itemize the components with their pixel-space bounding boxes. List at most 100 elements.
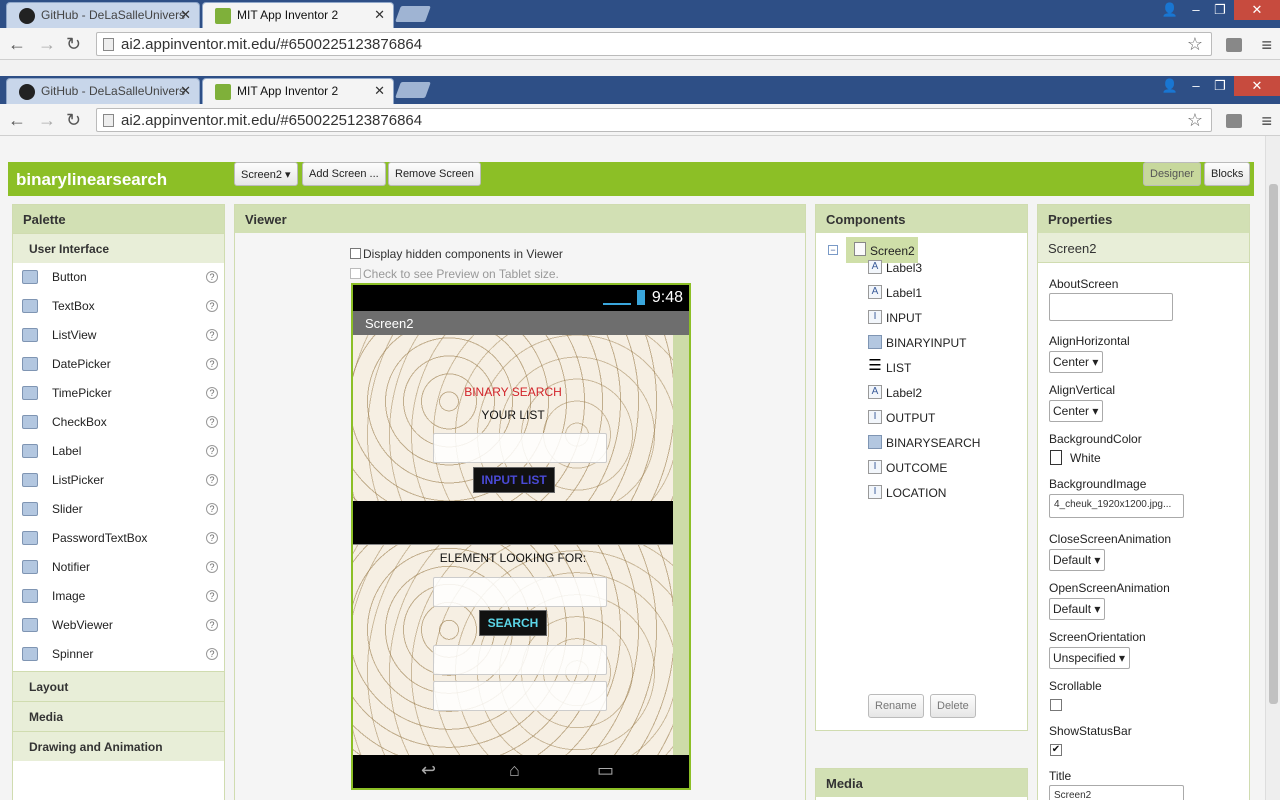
help-icon[interactable]: ? bbox=[206, 358, 218, 370]
close-window-icon[interactable]: ✕ bbox=[1234, 76, 1280, 96]
palette-item-timepicker[interactable]: TimePicker? bbox=[13, 379, 224, 408]
screen-selector[interactable]: Screen2 ▾ bbox=[234, 162, 298, 186]
category-layout[interactable]: Layout bbox=[13, 671, 224, 701]
help-icon[interactable]: ? bbox=[206, 271, 218, 283]
new-tab-button[interactable] bbox=[395, 6, 431, 22]
tab-appinventor[interactable]: MIT App Inventor 2 ✕ bbox=[202, 78, 394, 104]
scrollbar-thumb[interactable] bbox=[1269, 184, 1278, 704]
aboutscreen-textarea[interactable] bbox=[1049, 293, 1173, 321]
close-window-icon[interactable]: ✕ bbox=[1234, 0, 1280, 20]
help-icon[interactable]: ? bbox=[206, 329, 218, 341]
category-user-interface[interactable]: User Interface bbox=[13, 233, 224, 263]
palette-item-label[interactable]: Label? bbox=[13, 437, 224, 466]
tab-github[interactable]: GitHub - DeLaSalleUnivers ✕ bbox=[6, 78, 200, 104]
bookmark-star-icon[interactable]: ☆ bbox=[1187, 110, 1203, 131]
help-icon[interactable]: ? bbox=[206, 387, 218, 399]
openscreenanimation-select[interactable]: Default ▾ bbox=[1049, 598, 1106, 620]
show-hidden-checkbox[interactable]: Display hidden components in Viewer bbox=[350, 247, 563, 261]
tree-node-outcome[interactable]: I OUTCOME bbox=[868, 460, 947, 475]
browser-menu-icon[interactable]: ≡ bbox=[1261, 111, 1272, 132]
palette-item-notifier[interactable]: Notifier? bbox=[13, 553, 224, 582]
minimize-icon[interactable]: – bbox=[1184, 76, 1208, 96]
palette-item-listpicker[interactable]: ListPicker? bbox=[13, 466, 224, 495]
input-textbox[interactable] bbox=[433, 433, 607, 463]
palette-item-button[interactable]: Button? bbox=[13, 263, 224, 292]
help-icon[interactable]: ? bbox=[206, 445, 218, 457]
output-textbox[interactable] bbox=[433, 577, 607, 607]
palette-item-spinner[interactable]: Spinner? bbox=[13, 640, 224, 669]
palette-item-webviewer[interactable]: WebViewer? bbox=[13, 611, 224, 640]
category-drawing-animation[interactable]: Drawing and Animation bbox=[13, 731, 224, 761]
reload-icon[interactable]: ↻ bbox=[66, 110, 81, 131]
showstatusbar-checkbox[interactable]: ✔ bbox=[1050, 744, 1062, 756]
tree-node-output[interactable]: I OUTPUT bbox=[868, 410, 935, 425]
help-icon[interactable]: ? bbox=[206, 590, 218, 602]
collapse-icon[interactable]: − bbox=[828, 245, 838, 255]
scrollable-checkbox[interactable] bbox=[1050, 699, 1062, 711]
palette-item-listview[interactable]: ListView? bbox=[13, 321, 224, 350]
help-icon[interactable]: ? bbox=[206, 648, 218, 660]
label3[interactable]: BINARY SEARCH bbox=[353, 385, 673, 399]
tree-node-location[interactable]: I LOCATION bbox=[868, 485, 946, 500]
title-field[interactable]: Screen2 bbox=[1049, 785, 1184, 800]
minimize-icon[interactable]: – bbox=[1184, 0, 1208, 20]
closescreenanimation-select[interactable]: Default ▾ bbox=[1049, 549, 1106, 571]
tree-node-label1[interactable]: A Label1 bbox=[868, 285, 922, 300]
palette-item-textbox[interactable]: TextBox? bbox=[13, 292, 224, 321]
help-icon[interactable]: ? bbox=[206, 619, 218, 631]
label2[interactable]: ELEMENT LOOKING FOR: bbox=[353, 551, 673, 565]
add-screen-button[interactable]: Add Screen ... bbox=[302, 162, 386, 186]
tab-appinventor-back[interactable]: MIT App Inventor 2 ✕ bbox=[202, 2, 394, 28]
page-scrollbar[interactable] bbox=[1265, 136, 1280, 800]
url-field[interactable]: ai2.appinventor.mit.edu/#650022512387686… bbox=[96, 32, 1212, 56]
palette-item-image[interactable]: Image? bbox=[13, 582, 224, 611]
help-icon[interactable]: ? bbox=[206, 503, 218, 515]
tree-node-list[interactable]: ☰ LIST bbox=[868, 358, 911, 375]
list-view[interactable] bbox=[353, 501, 673, 545]
tab-github-back[interactable]: GitHub - DeLaSalleUnivers ✕ bbox=[6, 2, 200, 28]
back-arrow-icon[interactable]: ← bbox=[8, 110, 26, 131]
tree-node-binaryinput[interactable]: BINARYINPUT bbox=[868, 335, 966, 350]
backgroundimage-field[interactable]: 4_cheuk_1920x1200.jpg... bbox=[1049, 494, 1184, 518]
tablet-preview-checkbox[interactable]: Check to see Preview on Tablet size. bbox=[350, 267, 559, 281]
close-tab-icon[interactable]: ✕ bbox=[374, 7, 385, 23]
designer-button[interactable]: Designer bbox=[1143, 162, 1202, 186]
new-tab-button[interactable] bbox=[395, 82, 431, 98]
maximize-icon[interactable]: ❐ bbox=[1208, 0, 1232, 20]
alignvertical-select[interactable]: Center ▾ bbox=[1049, 400, 1104, 422]
forward-arrow-icon[interactable]: → bbox=[38, 110, 56, 131]
blocks-button[interactable]: Blocks bbox=[1204, 162, 1251, 186]
binaryinput-button[interactable]: INPUT LIST bbox=[473, 467, 555, 493]
help-icon[interactable]: ? bbox=[206, 300, 218, 312]
reload-icon[interactable]: ↻ bbox=[66, 34, 81, 55]
remove-screen-button[interactable]: Remove Screen bbox=[388, 162, 481, 186]
forward-arrow-icon[interactable]: → bbox=[38, 34, 56, 55]
tree-node-label3[interactable]: A Label3 bbox=[868, 260, 922, 275]
extension-icon[interactable] bbox=[1226, 114, 1242, 128]
close-tab-icon[interactable]: ✕ bbox=[180, 7, 191, 23]
tree-node-label2[interactable]: A Label2 bbox=[868, 385, 922, 400]
category-media[interactable]: Media bbox=[13, 701, 224, 731]
tree-node-binarysearch[interactable]: BINARYSEARCH bbox=[868, 435, 980, 450]
tree-node-input[interactable]: I INPUT bbox=[868, 310, 922, 325]
extension-icon[interactable] bbox=[1226, 38, 1242, 52]
tree-node-screen2[interactable]: Screen2 bbox=[846, 237, 918, 263]
location-textbox[interactable] bbox=[433, 681, 607, 711]
close-tab-icon[interactable]: ✕ bbox=[374, 83, 385, 99]
label1[interactable]: YOUR LIST bbox=[353, 408, 673, 422]
screenorientation-select[interactable]: Unspecified ▾ bbox=[1049, 647, 1131, 669]
help-icon[interactable]: ? bbox=[206, 416, 218, 428]
binarysearch-button[interactable]: SEARCH bbox=[479, 610, 547, 636]
maximize-icon[interactable]: ❐ bbox=[1208, 76, 1232, 96]
close-tab-icon[interactable]: ✕ bbox=[180, 83, 191, 99]
help-icon[interactable]: ? bbox=[206, 532, 218, 544]
alignhorizontal-select[interactable]: Center ▾ bbox=[1049, 351, 1104, 373]
outcome-textbox[interactable] bbox=[433, 645, 607, 675]
help-icon[interactable]: ? bbox=[206, 561, 218, 573]
color-swatch[interactable] bbox=[1050, 450, 1062, 465]
delete-button[interactable]: Delete bbox=[930, 694, 976, 718]
palette-item-passwordtextbox[interactable]: PasswordTextBox? bbox=[13, 524, 224, 553]
rename-button[interactable]: Rename bbox=[868, 694, 924, 718]
browser-menu-icon[interactable]: ≡ bbox=[1261, 35, 1272, 56]
help-icon[interactable]: ? bbox=[206, 474, 218, 486]
